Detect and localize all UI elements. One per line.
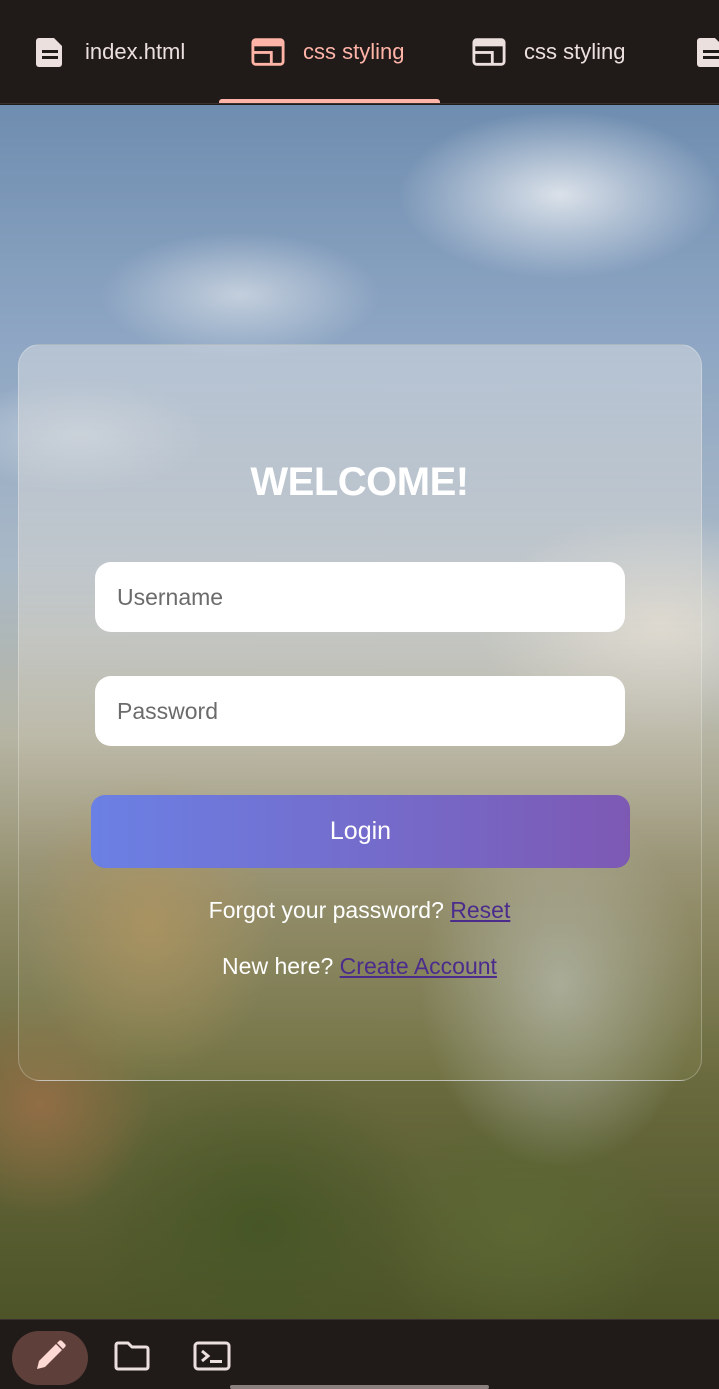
active-tab-indicator: [219, 99, 440, 103]
document-icon: [694, 35, 719, 69]
create-account-line: New here? Create Account: [0, 953, 719, 980]
password-input[interactable]: [95, 676, 625, 746]
tab-label: css styling: [303, 39, 405, 64]
username-input[interactable]: [95, 562, 625, 632]
folder-icon: [113, 1341, 151, 1376]
terminal-button[interactable]: [184, 1331, 240, 1385]
terminal-icon: [193, 1341, 231, 1376]
forgot-text: Forgot your password?: [208, 897, 444, 923]
files-button[interactable]: [104, 1331, 160, 1385]
tab-bar: index.html css styling css styling: [0, 0, 719, 104]
new-here-text: New here?: [222, 953, 334, 979]
tab-index-html[interactable]: index.html: [33, 0, 186, 103]
layout-icon: [472, 35, 506, 69]
login-button[interactable]: Login: [91, 795, 630, 868]
tab-css-styling[interactable]: css styling: [472, 0, 626, 103]
document-icon: [33, 35, 67, 69]
page-title: WELCOME!: [250, 460, 469, 504]
forgot-password-line: Forgot your password? Reset: [0, 897, 719, 924]
reset-link[interactable]: Reset: [450, 897, 510, 923]
tab-overflow[interactable]: [694, 0, 719, 103]
create-account-link[interactable]: Create Account: [340, 953, 497, 979]
home-indicator: [230, 1385, 489, 1389]
bottom-toolbar: [0, 1319, 719, 1389]
tab-css-styling-active[interactable]: css styling: [251, 0, 405, 103]
layout-icon: [251, 35, 285, 69]
tab-label: css styling: [524, 39, 626, 64]
edit-button[interactable]: [12, 1331, 88, 1385]
tab-label: index.html: [85, 39, 186, 64]
pencil-icon: [33, 1339, 67, 1378]
